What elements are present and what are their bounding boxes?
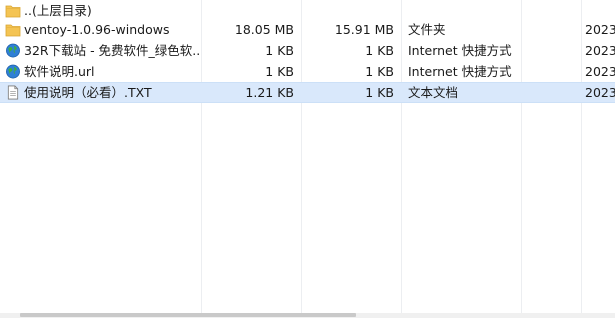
packed-size: 15.91 MB bbox=[334, 22, 394, 37]
file-type: Internet 快捷方式 bbox=[408, 64, 512, 79]
modified-date: 2023 bbox=[585, 43, 615, 58]
modified-date: 2023 bbox=[585, 64, 615, 79]
file-row-parent-directory[interactable]: ..(上层目录) bbox=[0, 0, 615, 21]
file-size: 18.05 MB bbox=[234, 22, 294, 37]
file-name: 32R下载站 - 免费软件_绿色软... bbox=[24, 43, 199, 58]
file-type: 文件夹 bbox=[408, 22, 446, 37]
file-type: 文本文档 bbox=[408, 85, 459, 100]
file-size: 1 KB bbox=[265, 43, 294, 58]
file-name: ..(上层目录) bbox=[24, 3, 92, 18]
file-row[interactable]: 软件说明.url 1 KB 1 KB Internet 快捷方式 2023 bbox=[0, 61, 615, 82]
text-file-icon bbox=[7, 85, 19, 100]
file-size: 1.21 KB bbox=[245, 85, 294, 100]
modified-date: 2023 bbox=[585, 22, 615, 37]
internet-shortcut-icon bbox=[6, 64, 20, 79]
file-name: 软件说明.url bbox=[24, 64, 95, 79]
internet-shortcut-icon bbox=[6, 43, 20, 58]
file-type: Internet 快捷方式 bbox=[408, 43, 512, 58]
packed-size: 1 KB bbox=[365, 43, 394, 58]
file-name: ventoy-1.0.96-windows bbox=[24, 22, 170, 37]
modified-date: 2023 bbox=[585, 85, 615, 100]
packed-size: 1 KB bbox=[365, 64, 394, 79]
file-row[interactable]: ventoy-1.0.96-windows 18.05 MB 15.91 MB … bbox=[0, 19, 615, 40]
folder-icon bbox=[5, 24, 21, 37]
scrollbar-thumb[interactable] bbox=[20, 313, 356, 317]
file-size: 1 KB bbox=[265, 64, 294, 79]
file-name: 使用说明（必看）.TXT bbox=[24, 85, 152, 100]
file-row[interactable]: 32R下载站 - 免费软件_绿色软... 1 KB 1 KB Internet … bbox=[0, 40, 615, 61]
file-row-selected[interactable]: 使用说明（必看）.TXT 1.21 KB 1 KB 文本文档 2023 bbox=[0, 82, 615, 103]
packed-size: 1 KB bbox=[365, 85, 394, 100]
horizontal-scrollbar[interactable] bbox=[0, 313, 615, 318]
folder-up-icon bbox=[5, 5, 21, 18]
